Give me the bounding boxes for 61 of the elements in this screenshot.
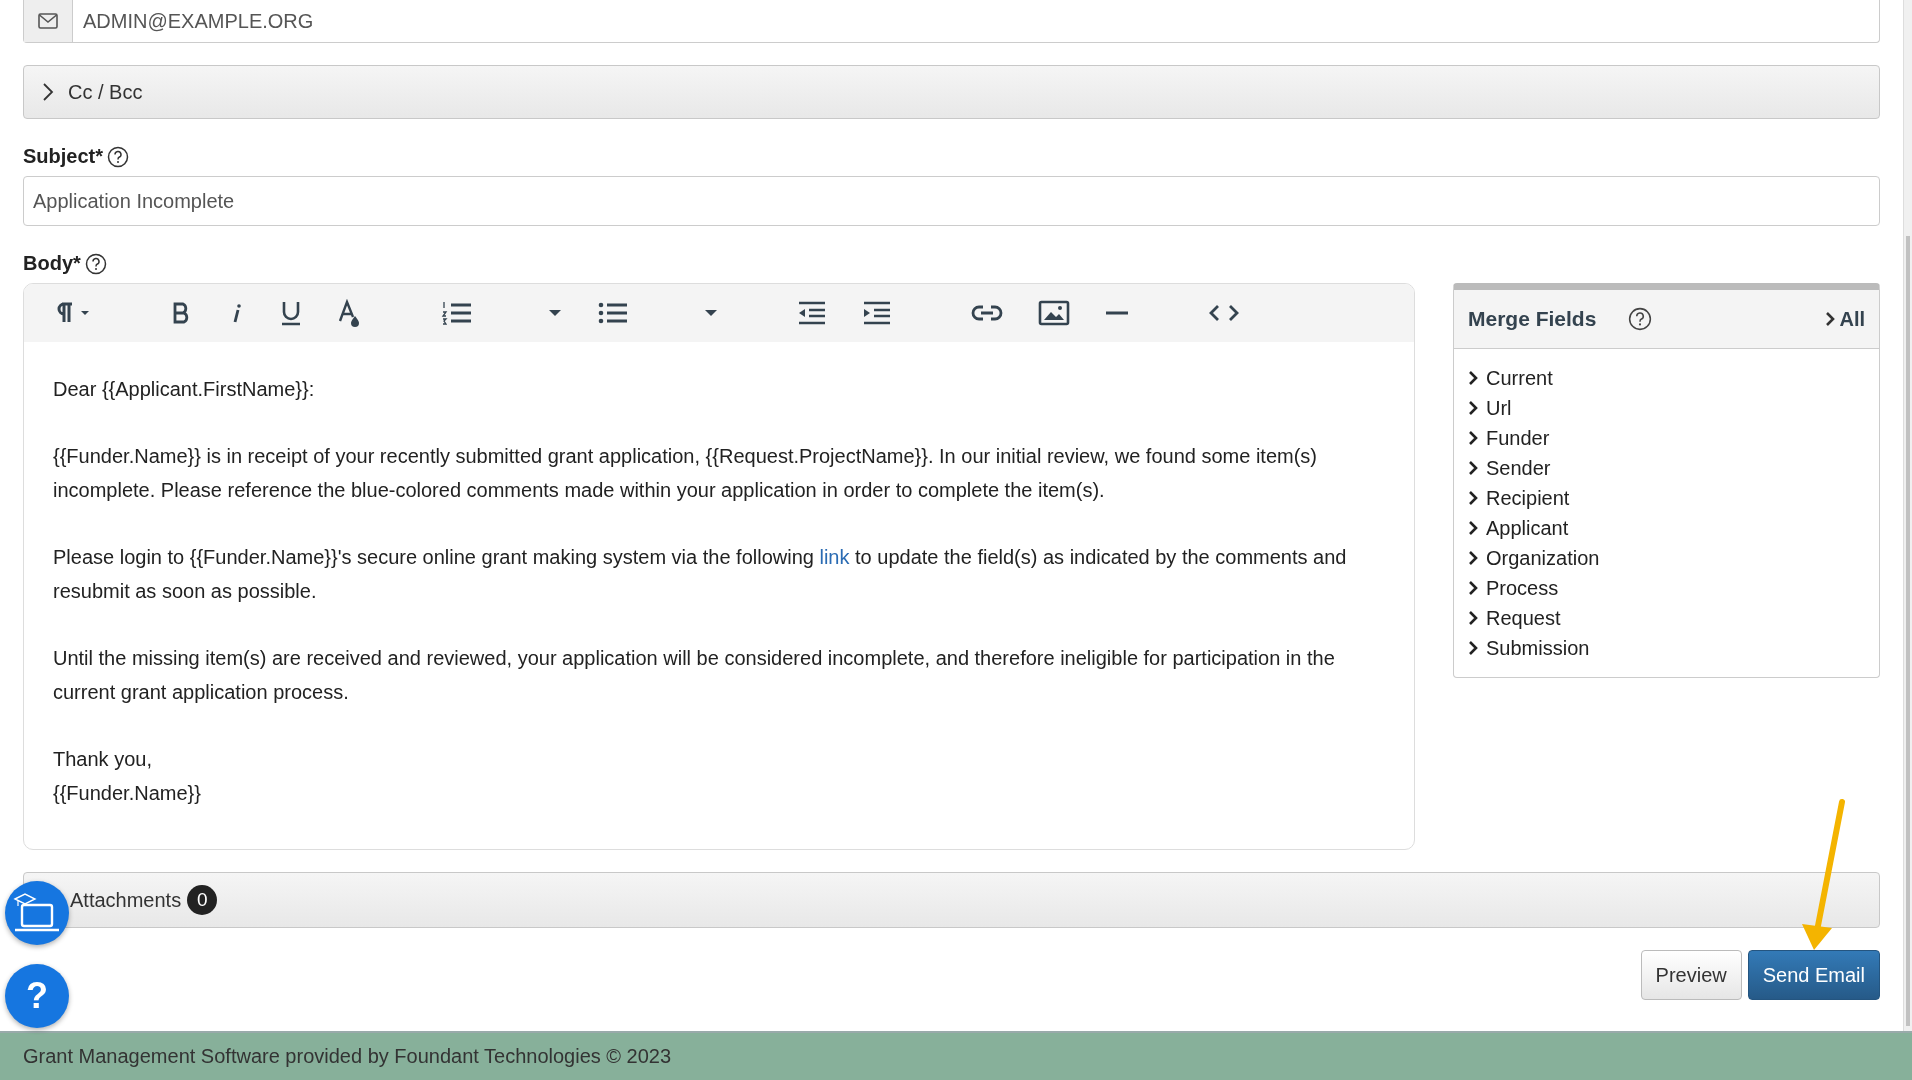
chevron-icon bbox=[1468, 460, 1478, 476]
expand-all-link[interactable]: All bbox=[1825, 307, 1865, 331]
merge-field-item[interactable]: Request bbox=[1468, 603, 1865, 633]
body-paragraph: Please login to {{Funder.Name}}'s secure online grant making system via the following link to update the field(s) as indicated by the comments and resubmit as soon as possible. bbox=[53, 545, 1348, 604]
merge-field-item[interactable]: Sender bbox=[1468, 453, 1865, 483]
attachments-label: Attachments bbox=[70, 888, 182, 912]
body-paragraph: {{Funder.Name}} is in receipt of your recently submitted grant application, {{Request.ProjectName}}. In our initial review, we found some item(s) incomplete. Please reference the blue-colored comments made within your application in order to complete the item(s). bbox=[53, 444, 1318, 503]
help-button[interactable]: ? bbox=[5, 964, 69, 1028]
envelope-icon bbox=[38, 13, 58, 29]
indent-icon[interactable] bbox=[862, 301, 892, 325]
horizontal-rule-icon[interactable] bbox=[1105, 310, 1129, 316]
count-badge: 0 bbox=[187, 885, 218, 915]
help-icon[interactable] bbox=[84, 252, 107, 275]
outdent-icon[interactable] bbox=[797, 301, 827, 325]
merge-field-item[interactable]: Submission bbox=[1468, 633, 1865, 663]
subject-label: Subject* bbox=[23, 145, 104, 168]
underline-icon[interactable] bbox=[279, 300, 303, 326]
merge-field-item[interactable]: Url bbox=[1468, 393, 1865, 423]
body-paragraph: Until the missing item(s) are received and reviewed, your application will be considered incomplete, and therefore ineligible for participation in the current grant application process. bbox=[53, 646, 1336, 705]
body-paragraph: Thank you, {{Funder.Name}} bbox=[53, 747, 202, 806]
merge-field-item[interactable]: Recipient bbox=[1468, 483, 1865, 513]
cc-bcc-toggle[interactable]: Cc / Bcc bbox=[23, 65, 1880, 119]
chevron-icon bbox=[1468, 640, 1478, 656]
merge-field-item[interactable]: Current bbox=[1468, 363, 1865, 393]
chevron-icon bbox=[1468, 580, 1478, 596]
help-icon[interactable] bbox=[1628, 307, 1653, 331]
chevron-icon bbox=[1468, 550, 1478, 566]
merge-fields-title: Merge Fields bbox=[1468, 307, 1597, 331]
help-icon[interactable] bbox=[107, 145, 130, 168]
email-field[interactable]: ADMIN@EXAMPLE.ORG bbox=[23, 0, 1880, 43]
preview-button[interactable]: Preview bbox=[1640, 950, 1742, 1000]
body-label: Body* bbox=[23, 252, 81, 275]
body-paragraph: Dear {{Applicant.FirstName}}: bbox=[53, 377, 316, 402]
bullet-list-icon[interactable] bbox=[597, 300, 629, 326]
attachments-bar[interactable]: Attachments 0 bbox=[23, 872, 1880, 928]
chevron-icon bbox=[1468, 520, 1478, 536]
chevron-icon bbox=[1468, 490, 1478, 506]
send-button[interactable]: Send Email bbox=[1747, 950, 1880, 1000]
inline-link[interactable]: link bbox=[819, 546, 850, 568]
chevron-icon bbox=[1468, 370, 1478, 386]
rich-text-editor[interactable] bbox=[23, 283, 1415, 850]
merge-field-item[interactable]: Applicant bbox=[1468, 513, 1865, 543]
merge-field-item[interactable]: Process bbox=[1468, 573, 1865, 603]
chevron-icon bbox=[1468, 610, 1478, 626]
text-color-icon[interactable] bbox=[338, 299, 362, 327]
chevron-icon bbox=[1825, 311, 1836, 327]
caret-icon[interactable] bbox=[704, 308, 718, 318]
subject-field[interactable]: Application Incomplete bbox=[23, 176, 1880, 226]
chevron-icon bbox=[1468, 400, 1478, 416]
training-button[interactable] bbox=[5, 881, 69, 945]
caret-icon[interactable] bbox=[548, 308, 562, 318]
link-icon[interactable] bbox=[971, 303, 1003, 323]
image-icon[interactable] bbox=[1038, 300, 1070, 326]
code-view-icon[interactable] bbox=[1208, 303, 1240, 323]
chevron-icon bbox=[1468, 430, 1478, 446]
footer-text: Grant Management Software provided by Foundant Technologies © 2023 bbox=[23, 1045, 672, 1068]
merge-field-item[interactable]: Funder bbox=[1468, 423, 1865, 453]
chevron-icon bbox=[42, 82, 54, 102]
scrollbar[interactable] bbox=[1903, 0, 1912, 1031]
numbered-list-icon[interactable] bbox=[441, 300, 473, 326]
merge-field-item[interactable]: Organization bbox=[1468, 543, 1865, 573]
